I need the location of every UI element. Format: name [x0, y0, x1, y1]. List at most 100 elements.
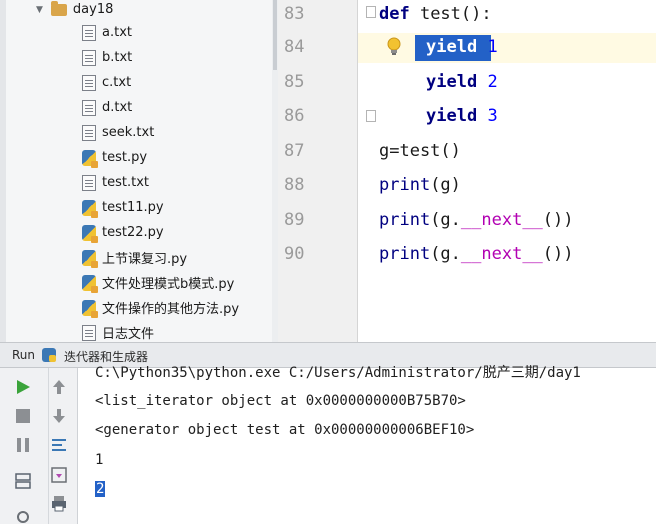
python-file-icon [82, 249, 98, 268]
fold-marker-icon[interactable] [366, 6, 376, 18]
tree-item-label: a.txt [102, 25, 132, 40]
dunder-method: __next__ [460, 210, 543, 230]
code-text: test(): [409, 4, 492, 24]
pause-icon[interactable] [14, 436, 32, 454]
code-text: (g. [430, 210, 461, 230]
line-number: 84 [284, 37, 305, 57]
text-file-icon [82, 124, 96, 141]
python-file-icon [82, 149, 98, 168]
tree-scrollbar-thumb[interactable] [273, 0, 277, 70]
tree-item[interactable]: a.txt [82, 20, 132, 45]
tree-item-label: test22.py [102, 225, 164, 240]
scroll-to-end-icon[interactable] [50, 466, 68, 484]
tree-item-label: seek.txt [102, 125, 155, 140]
lightbulb-icon[interactable] [386, 37, 402, 57]
tree-item[interactable]: 文件处理模式b模式.py [82, 270, 234, 295]
run-tab-label[interactable]: Run [12, 348, 35, 362]
code-line-89: print(g.__next__()) [379, 210, 574, 230]
toolbar-divider [48, 368, 49, 524]
keyword: yield [426, 72, 478, 92]
keyword: yield [426, 37, 478, 57]
line-number: 89 [284, 210, 305, 230]
tree-item[interactable]: 上节课复习.py [82, 245, 187, 270]
python-file-icon [82, 299, 98, 318]
tree-item-label: 日志文件 [102, 327, 155, 342]
number-literal: 2 [487, 72, 498, 92]
python-file-icon [82, 199, 98, 218]
tree-folder-label: day18 [72, 2, 114, 17]
code-text: (g. [430, 244, 461, 264]
code-text: (g) [430, 175, 461, 195]
scroll-down-icon[interactable] [50, 407, 68, 425]
python-file-icon [82, 274, 98, 293]
line-number: 85 [284, 72, 305, 92]
builtin-function: print [379, 244, 431, 264]
code-line-88: print(g) [379, 175, 461, 195]
tree-item[interactable]: seek.txt [82, 120, 154, 145]
tree-item-label: c.txt [102, 75, 132, 90]
builtin-function: print [379, 175, 431, 195]
folder-icon [50, 0, 67, 16]
tree-item-label: 文件操作的其他方法.py [102, 302, 240, 317]
tree-item-label: test.txt [102, 175, 149, 190]
tree-item[interactable]: 文件操作的其他方法.py [82, 295, 239, 320]
console-output[interactable] [78, 368, 656, 524]
code-text: ()) [542, 244, 574, 264]
console-line: <list_iterator object at 0x0000000000B75… [95, 393, 466, 409]
current-line-highlight [358, 33, 656, 63]
tree-item-label: test.py [102, 150, 148, 165]
code-text: ()) [542, 210, 574, 230]
console-line: 1 [95, 452, 104, 468]
console-line-selected: 2 [95, 481, 106, 497]
text-file-icon [82, 24, 96, 41]
line-number: 88 [284, 175, 305, 195]
number-literal: 1 [487, 37, 498, 57]
code-line-83: def test(): [379, 4, 492, 24]
restore-layout-icon[interactable] [14, 472, 32, 490]
tree-folder-day18[interactable]: ▼ day18 [36, 0, 113, 22]
code-line-90: print(g.__next__()) [379, 244, 574, 264]
tree-item[interactable]: d.txt [82, 95, 132, 120]
python-file-icon [82, 224, 98, 243]
code-line-87: g=test() [379, 141, 461, 161]
tree-item-label: 文件处理模式b模式.py [102, 277, 235, 292]
print-icon[interactable] [50, 494, 68, 512]
dunder-method: __next__ [460, 244, 543, 264]
number-literal: 3 [487, 106, 498, 126]
tree-item[interactable]: test11.py [82, 195, 164, 220]
tree-item-label: d.txt [102, 100, 133, 115]
tree-item[interactable]: test.py [82, 145, 147, 170]
tree-item-label: b.txt [102, 50, 133, 65]
code-line-86: yield 3 [426, 106, 498, 126]
text-file-icon [82, 99, 96, 116]
console-line: C:\Python35\python.exe C:/Users/Administ… [95, 365, 581, 381]
keyword: def [379, 4, 410, 24]
stop-icon[interactable] [14, 407, 32, 425]
line-number: 86 [284, 106, 305, 126]
console-line: <generator object test at 0x00000000006B… [95, 422, 475, 438]
text-file-icon [82, 324, 96, 341]
code-line-85: yield 2 [426, 72, 498, 92]
run-icon[interactable] [14, 378, 32, 396]
soft-wrap-icon[interactable] [50, 436, 68, 454]
text-file-icon [82, 74, 96, 91]
chevron-down-icon[interactable]: ▼ [36, 5, 43, 15]
tree-item[interactable]: c.txt [82, 70, 131, 95]
text-file-icon [82, 49, 96, 66]
code-line-84: yield 1 [426, 37, 498, 57]
scroll-up-icon[interactable] [50, 378, 68, 396]
tree-item-label: test11.py [102, 200, 164, 215]
text-file-icon [82, 174, 96, 191]
python-file-icon [42, 348, 56, 362]
tree-item[interactable]: test.txt [82, 170, 149, 195]
keyword: yield [426, 106, 478, 126]
fold-end-icon[interactable] [366, 110, 376, 122]
tree-item[interactable]: test22.py [82, 220, 164, 245]
settings-icon[interactable] [14, 508, 32, 526]
line-number: 83 [284, 4, 305, 24]
line-number: 87 [284, 141, 305, 161]
tree-item[interactable]: b.txt [82, 45, 132, 70]
tree-item-label: 上节课复习.py [102, 252, 188, 267]
tool-window-strip [0, 0, 6, 342]
builtin-function: print [379, 210, 431, 230]
